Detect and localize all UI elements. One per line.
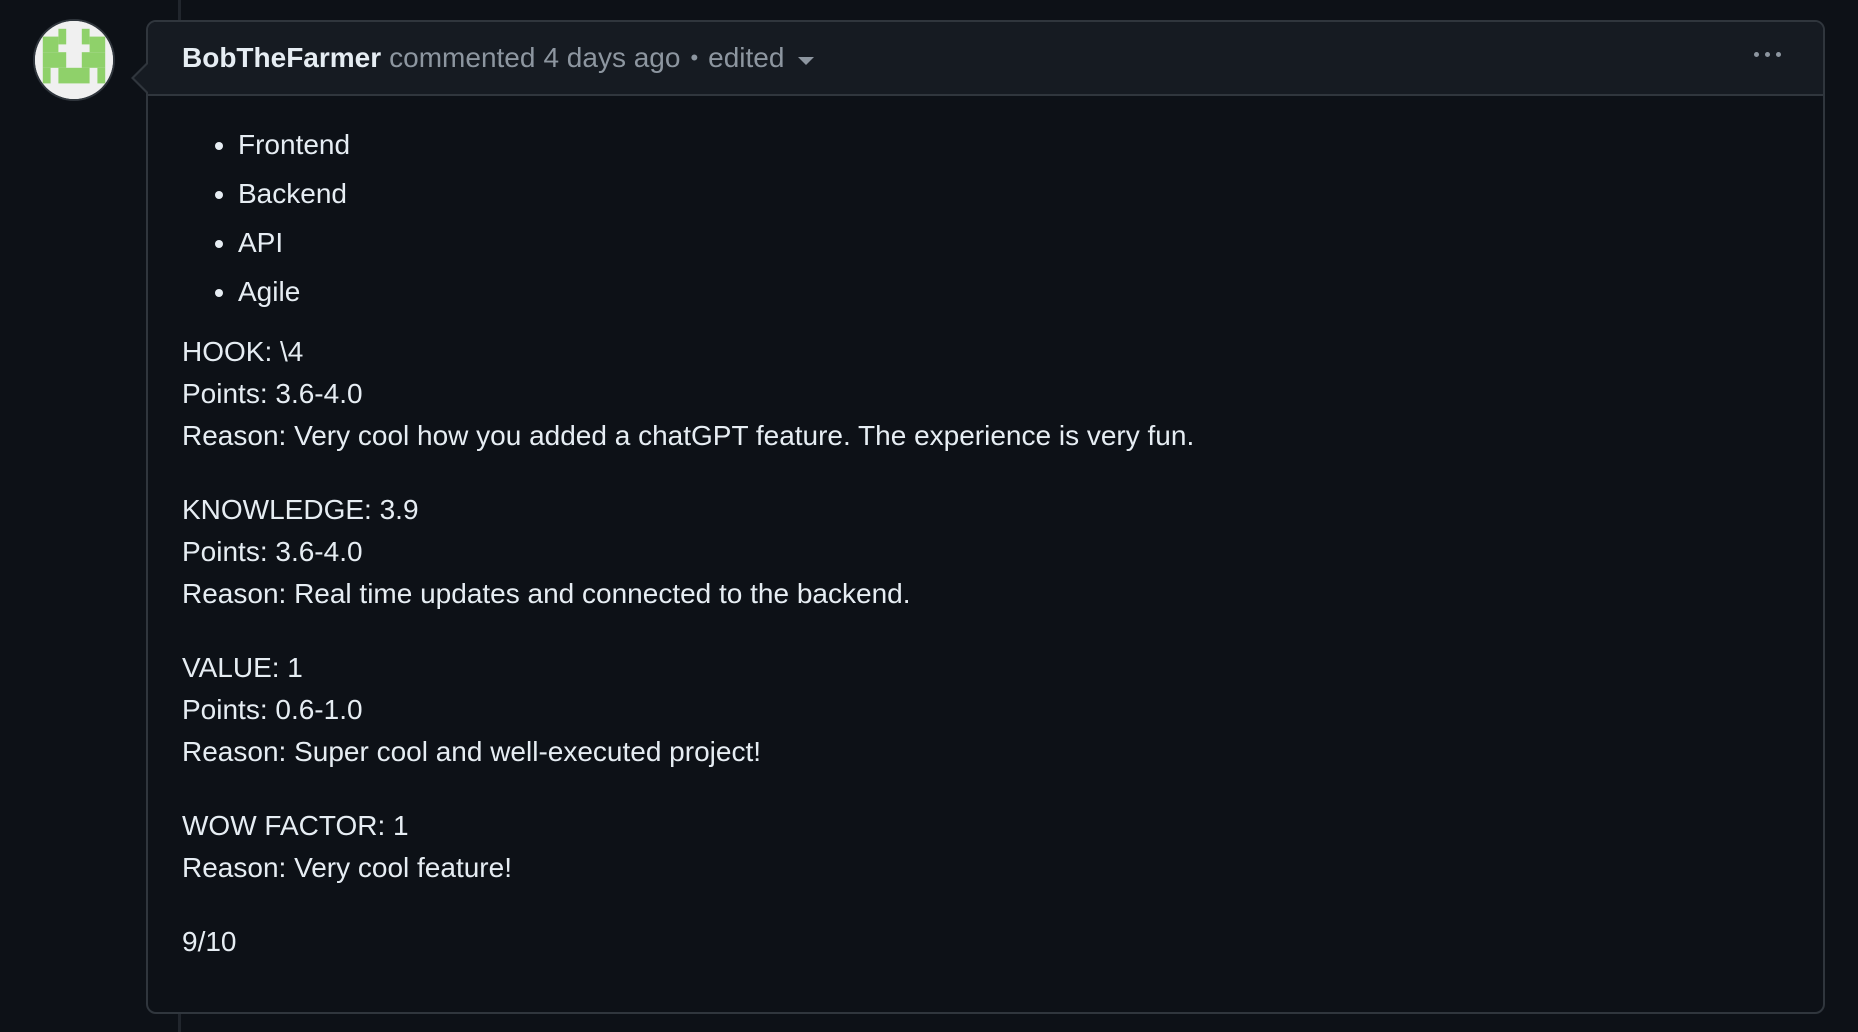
comment-body: Frontend Backend API Agile HOOK: \4 Poin…	[148, 96, 1823, 963]
value-score: VALUE: 1	[182, 652, 303, 683]
avatar[interactable]	[33, 19, 115, 101]
separator-dot: •	[690, 45, 699, 70]
wow-factor-score: WOW FACTOR: 1	[182, 810, 409, 841]
value-points: Points: 0.6-1.0	[182, 694, 363, 725]
hook-section: HOOK: \4 Points: 3.6-4.0 Reason: Very co…	[182, 331, 1789, 457]
edited-label: edited	[708, 42, 785, 73]
author-link[interactable]: BobTheFarmer	[182, 42, 381, 74]
hook-score: HOOK: \4	[182, 336, 304, 367]
comment-action: commented	[389, 42, 536, 73]
hook-points: Points: 3.6-4.0	[182, 378, 363, 409]
list-item: Frontend	[238, 124, 1789, 166]
value-section: VALUE: 1 Points: 0.6-1.0 Reason: Super c…	[182, 647, 1789, 773]
knowledge-score: KNOWLEDGE: 3.9	[182, 494, 419, 525]
wow-factor-reason: Reason: Very cool feature!	[182, 852, 512, 883]
edited-dropdown[interactable]: edited	[708, 42, 815, 74]
list-item: Backend	[238, 173, 1789, 215]
comment-box: BobTheFarmer commented 4 days ago • edit…	[131, 20, 1825, 1014]
overall-score-section: 9/10	[182, 921, 1789, 963]
wow-factor-section: WOW FACTOR: 1 Reason: Very cool feature!	[182, 805, 1789, 889]
list-item: Agile	[238, 271, 1789, 313]
more-options-icon[interactable]	[1750, 48, 1785, 61]
value-reason: Reason: Super cool and well-executed pro…	[182, 736, 762, 767]
list-item: API	[238, 222, 1789, 264]
comment-header: BobTheFarmer commented 4 days ago • edit…	[148, 22, 1823, 96]
knowledge-reason: Reason: Real time updates and connected …	[182, 578, 911, 609]
comment-timestamp[interactable]: 4 days ago	[543, 42, 680, 74]
identicon-icon	[35, 21, 113, 99]
knowledge-section: KNOWLEDGE: 3.9 Points: 3.6-4.0 Reason: R…	[182, 489, 1789, 615]
overall-score: 9/10	[182, 926, 237, 957]
caret-down-icon	[798, 57, 815, 65]
hook-reason: Reason: Very cool how you added a chatGP…	[182, 420, 1195, 451]
bullet-list: Frontend Backend API Agile	[182, 124, 1789, 313]
knowledge-points: Points: 3.6-4.0	[182, 536, 363, 567]
